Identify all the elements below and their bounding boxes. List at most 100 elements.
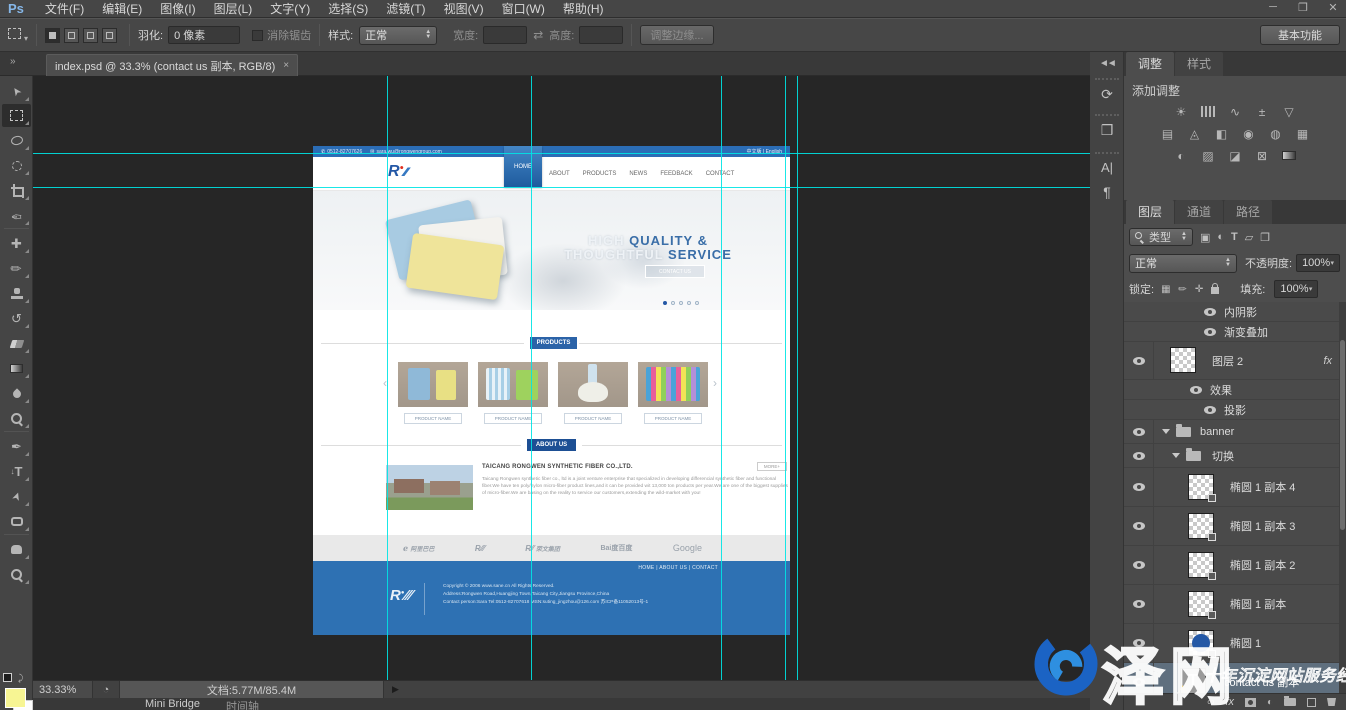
brightness-contrast-icon[interactable]: ☀ <box>1172 104 1190 119</box>
product-photo-3[interactable] <box>558 362 628 407</box>
site-nav-feedback[interactable]: FEEDBACK <box>660 171 692 177</box>
foreground-color-swatch[interactable] <box>5 688 26 708</box>
layer-thumbnail[interactable] <box>1188 513 1214 539</box>
filter-pixel-layers-icon[interactable]: ▣ <box>1200 231 1210 244</box>
banner-slider-dots[interactable] <box>663 301 699 305</box>
product-photo-2[interactable] <box>478 362 548 407</box>
blend-mode-select[interactable]: 正常▲▼ <box>1129 254 1237 273</box>
guide-vertical-2[interactable] <box>531 76 532 680</box>
exposure-icon[interactable]: ± <box>1253 104 1271 119</box>
lock-transparency-icon[interactable]: ▦ <box>1161 284 1170 295</box>
path-selection-tool[interactable]: ➤ <box>2 485 31 508</box>
hue-saturation-icon[interactable]: ▤ <box>1159 126 1177 141</box>
menu-select[interactable]: 选择(S) <box>319 0 377 17</box>
selection-mode-add[interactable] <box>64 28 79 43</box>
hand-tool[interactable] <box>2 538 31 561</box>
delete-layer-icon[interactable] <box>1327 698 1336 706</box>
levels-icon[interactable] <box>1199 104 1217 119</box>
visibility-eye-icon[interactable] <box>1133 522 1145 530</box>
menu-help[interactable]: 帮助(H) <box>554 0 613 17</box>
color-lookup-icon[interactable]: ▦ <box>1294 126 1312 141</box>
photo-filter-icon[interactable]: ◉ <box>1240 126 1258 141</box>
visibility-eye-icon[interactable] <box>1133 452 1145 460</box>
refine-edge-button[interactable]: 调整边缘... <box>640 25 713 45</box>
tab-adjustments[interactable]: 调整 <box>1126 52 1174 76</box>
layer-thumbnail[interactable] <box>1170 347 1196 373</box>
black-white-icon[interactable]: ◧ <box>1213 126 1231 141</box>
swap-colors-icon[interactable]: ⤸ <box>18 673 23 684</box>
eraser-tool[interactable] <box>2 332 31 355</box>
tab-timeline[interactable]: 时间轴 <box>226 698 259 710</box>
lock-position-icon[interactable]: ✛ <box>1195 284 1203 295</box>
clone-stamp-tool[interactable] <box>2 282 31 305</box>
layer-thumbnail[interactable] <box>1188 552 1214 578</box>
about-more-button[interactable]: MORE+ <box>757 462 787 471</box>
curves-icon[interactable]: ∿ <box>1226 104 1244 119</box>
text-layer-thumbnail[interactable]: T ⚠ <box>1180 668 1206 693</box>
layer-shape-row[interactable]: 椭圆 1 副本 4 <box>1124 468 1346 507</box>
site-nav-products[interactable]: PRODUCTS <box>583 171 617 177</box>
quick-selection-tool[interactable] <box>2 154 31 177</box>
document-close-icon[interactable]: × <box>283 60 289 71</box>
dodge-tool[interactable] <box>2 407 31 430</box>
toolbar-collapse-icon[interactable]: » <box>10 56 15 67</box>
default-colors-icon[interactable] <box>3 673 12 682</box>
about-factory-photo[interactable] <box>386 465 473 510</box>
color-balance-icon[interactable]: ◬ <box>1186 126 1204 141</box>
tab-paths[interactable]: 路径 <box>1224 200 1272 224</box>
menu-edit[interactable]: 编辑(E) <box>93 0 151 17</box>
visibility-eye-icon[interactable] <box>1190 386 1202 394</box>
document-size-info[interactable]: 文档:5.77M/85.4M <box>119 681 384 698</box>
visibility-eye-icon[interactable] <box>1133 561 1145 569</box>
partner-alibaba-logo[interactable]: ℯ 阿里巴巴 <box>403 544 434 553</box>
layer-group-row[interactable]: banner <box>1124 420 1346 444</box>
tab-mini-bridge[interactable]: Mini Bridge <box>145 698 200 710</box>
layers-scrollbar[interactable] <box>1339 302 1346 693</box>
group-expand-icon[interactable] <box>1162 429 1170 434</box>
vibrance-icon[interactable]: ▽ <box>1280 104 1298 119</box>
gradient-map-icon[interactable] <box>1280 148 1298 163</box>
feather-input[interactable]: 0 像素 <box>168 26 240 44</box>
layer-thumbnail[interactable] <box>1188 474 1214 500</box>
move-tool[interactable]: ➤ <box>2 80 31 103</box>
posterize-icon[interactable]: ▨ <box>1199 148 1217 163</box>
guide-vertical-1[interactable] <box>387 76 388 680</box>
menu-file[interactable]: 文件(F) <box>36 0 93 17</box>
tab-channels[interactable]: 通道 <box>1175 200 1223 224</box>
character-panel-icon[interactable]: A| <box>1090 160 1124 175</box>
layer-shape-row[interactable]: 椭圆 1 副本 <box>1124 585 1346 624</box>
visibility-eye-icon[interactable] <box>1133 428 1145 436</box>
menu-view[interactable]: 视图(V) <box>435 0 493 17</box>
history-panel-icon[interactable]: ⟳ <box>1090 86 1124 103</box>
guide-vertical-3[interactable] <box>721 76 722 680</box>
gradient-tool[interactable] <box>2 357 31 380</box>
visibility-eye-icon[interactable] <box>1133 678 1145 686</box>
lock-all-icon[interactable] <box>1211 287 1219 294</box>
minimize-button[interactable]: ─ <box>1266 1 1280 14</box>
selection-mode-new[interactable] <box>45 28 60 43</box>
restore-button[interactable]: ❐ <box>1296 1 1310 14</box>
product-name-button-4[interactable]: PRODUCT NAME <box>644 413 702 424</box>
swap-dimensions-icon[interactable]: ⇄ <box>533 28 543 42</box>
tab-styles[interactable]: 样式 <box>1175 52 1223 76</box>
layer-filter-type-select[interactable]: 类型 ▲▼ <box>1129 228 1193 246</box>
collapse-panels-icon[interactable]: ◄◄ <box>1099 58 1115 69</box>
site-nav-contact[interactable]: CONTACT <box>706 171 735 177</box>
blur-tool[interactable] <box>2 382 31 405</box>
visibility-eye-icon[interactable] <box>1204 406 1216 414</box>
document-tab[interactable]: index.psd @ 33.3% (contact us 副本, RGB/8)… <box>46 54 298 76</box>
add-layer-mask-icon[interactable] <box>1245 698 1256 707</box>
menu-image[interactable]: 图像(I) <box>151 0 204 17</box>
layer-text-row-selected[interactable]: T ⚠ contact us 副本 <box>1124 663 1346 693</box>
menu-window[interactable]: 窗口(W) <box>493 0 554 17</box>
add-layer-style-icon[interactable]: fx <box>1225 696 1234 708</box>
healing-brush-tool[interactable]: ✚ <box>2 232 31 255</box>
menu-layer[interactable]: 图层(L) <box>205 0 262 17</box>
partner-google-logo[interactable]: Google <box>673 543 702 553</box>
filter-smart-objects-icon[interactable]: ❐ <box>1260 231 1270 244</box>
visibility-eye-icon[interactable] <box>1204 308 1216 316</box>
rectangular-marquee-tool[interactable] <box>2 104 31 127</box>
width-input[interactable] <box>483 26 527 44</box>
document-canvas[interactable]: ✆ 0512-82707626 ✉ sara.wu@rongwengroup.c… <box>33 76 1090 680</box>
type-tool[interactable]: ↓T <box>2 460 31 483</box>
